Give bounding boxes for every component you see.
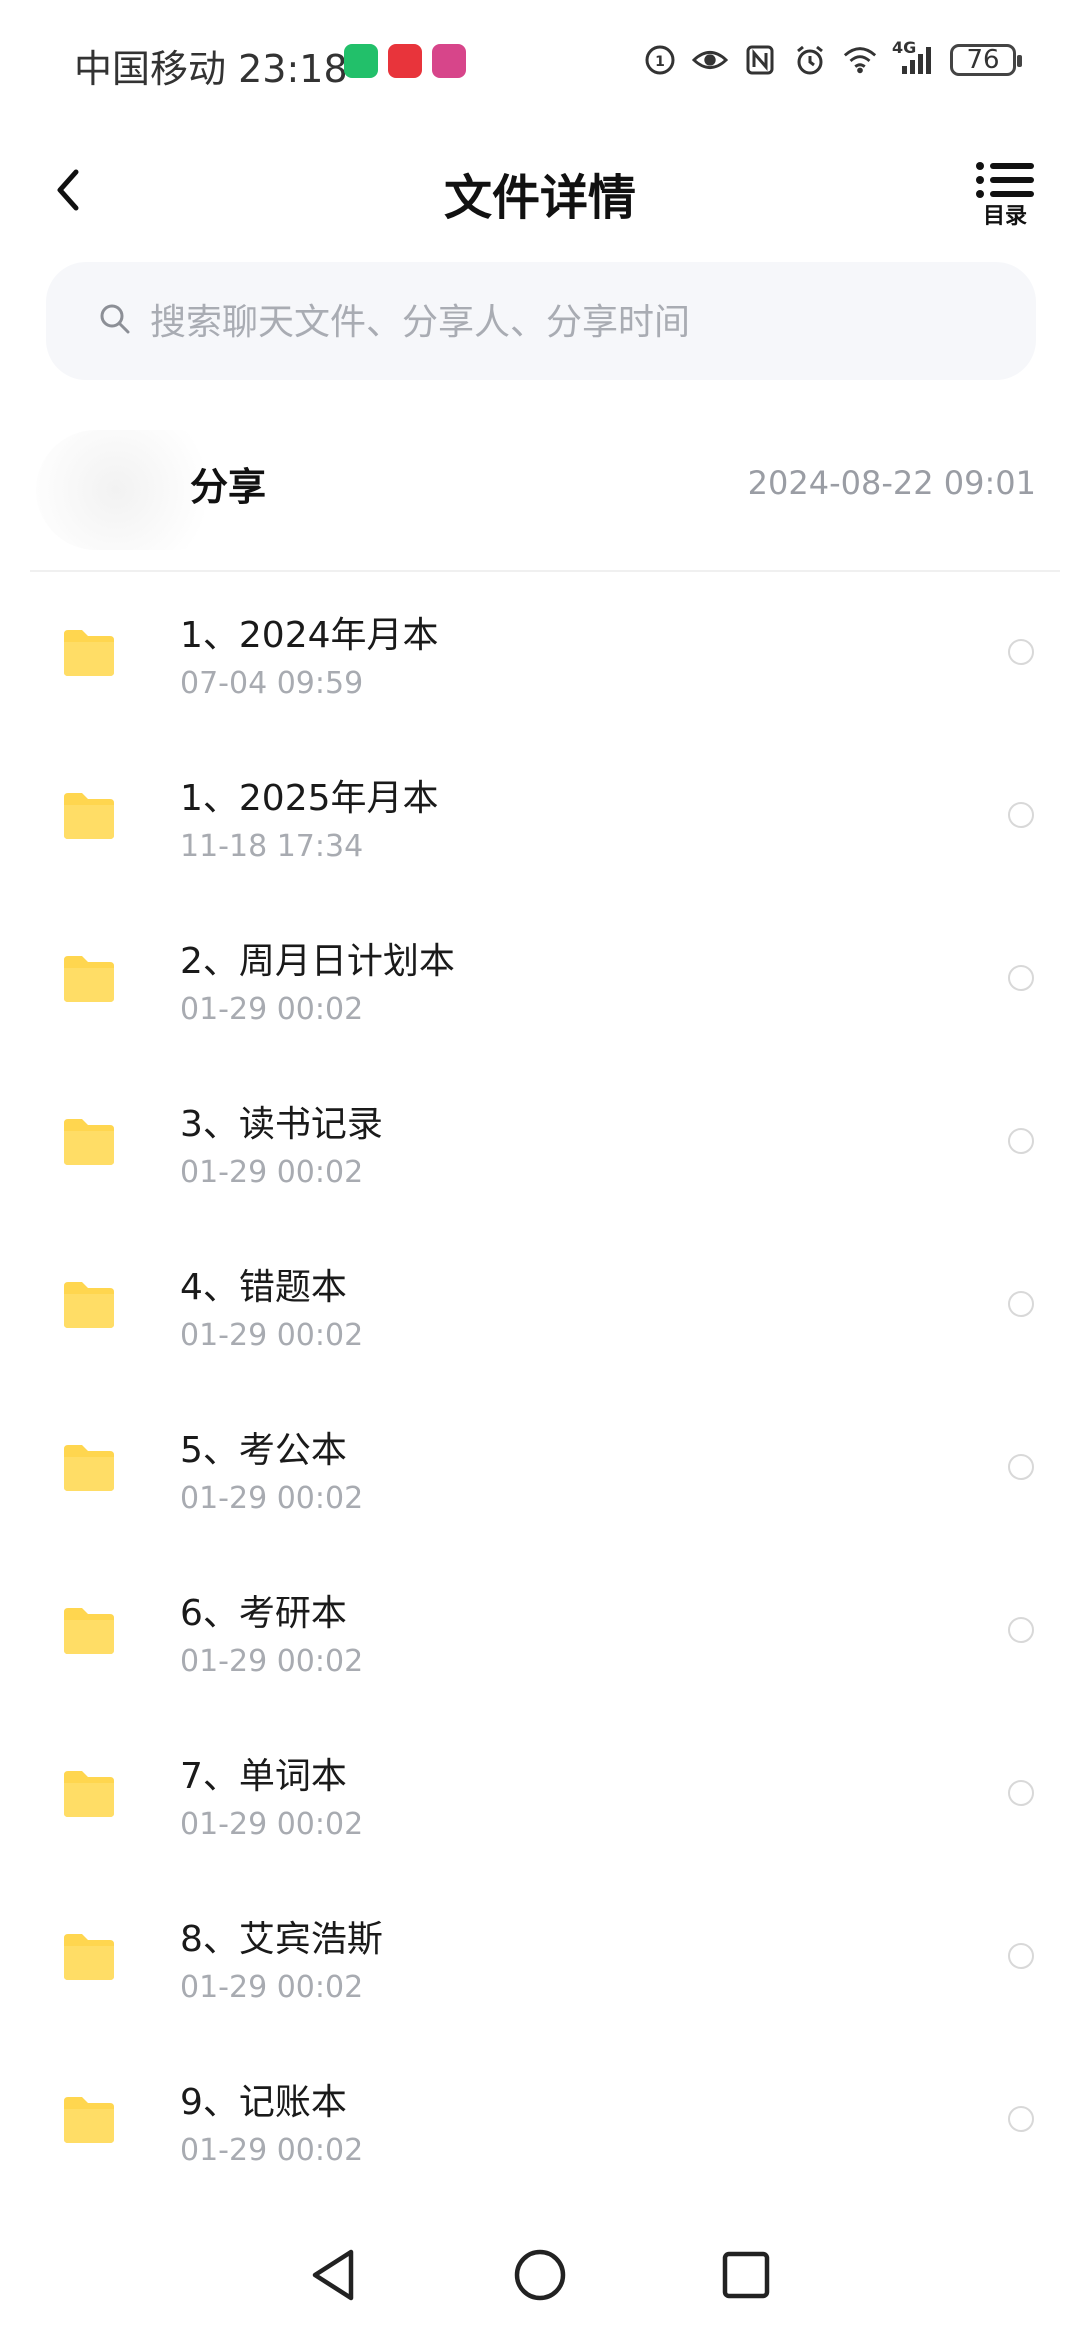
page-title: 文件详情	[443, 170, 636, 226]
folder-icon	[64, 1608, 114, 1654]
data-usage-icon: 1	[642, 42, 678, 78]
folder-icon	[64, 630, 114, 676]
select-radio[interactable]	[1008, 1128, 1034, 1154]
sharer-row: 分享 2024-08-22 09:01	[0, 420, 1080, 570]
file-name: 1、2024年月本	[180, 615, 439, 656]
file-time: 11-18 17:34	[180, 829, 364, 864]
list-item[interactable]: 2、周月日计划本 01-29 00:02	[0, 906, 1080, 1069]
folder-icon	[64, 2097, 114, 2143]
file-name: 3、读书记录	[180, 1104, 383, 1145]
nav-home-button[interactable]	[510, 2245, 570, 2305]
file-name: 5、考公本	[180, 1430, 347, 1471]
book-app-icon	[388, 44, 422, 78]
eye-icon	[692, 42, 728, 78]
toc-label: 目录	[982, 204, 1027, 229]
folder-icon	[64, 1934, 114, 1980]
search-icon	[100, 304, 130, 334]
file-name: 4、错题本	[180, 1267, 347, 1308]
status-icons: 1 4G 76	[642, 36, 1022, 84]
list-item[interactable]: 5、考公本 01-29 00:02	[0, 1395, 1080, 1558]
select-radio[interactable]	[1008, 1291, 1034, 1317]
folder-icon	[64, 1119, 114, 1165]
file-time: 01-29 00:02	[180, 992, 364, 1027]
list-item[interactable]: 7、单词本 01-29 00:02	[0, 1721, 1080, 1884]
hourglass-app-icon	[344, 44, 378, 78]
nfc-icon	[742, 42, 778, 78]
file-name: 6、考研本	[180, 1593, 347, 1634]
list-item[interactable]: 6、考研本 01-29 00:02	[0, 1558, 1080, 1721]
triangle-back-icon	[312, 2249, 354, 2301]
circle-home-icon	[514, 2249, 566, 2301]
file-name: 8、艾宾浩斯	[180, 1919, 383, 1960]
search-bar[interactable]	[46, 262, 1036, 380]
search-input[interactable]	[148, 286, 1012, 358]
file-time: 07-04 09:59	[180, 666, 364, 701]
svg-text:1: 1	[655, 54, 665, 70]
folder-icon	[64, 793, 114, 839]
nav-back-button[interactable]	[304, 2245, 364, 2305]
file-name: 7、单词本	[180, 1756, 347, 1797]
square-recents-icon	[722, 2251, 770, 2299]
file-time: 01-29 00:02	[180, 1644, 364, 1679]
share-date: 2024-08-22 09:01	[747, 464, 1036, 502]
select-radio[interactable]	[1008, 1454, 1034, 1480]
file-time: 01-29 00:02	[180, 2133, 364, 2168]
select-radio[interactable]	[1008, 639, 1034, 665]
file-time: 01-29 00:02	[180, 1970, 364, 2005]
file-time: 01-29 00:02	[180, 1481, 364, 1516]
toc-button[interactable]: 目录	[970, 160, 1040, 230]
list-item[interactable]: 8、艾宾浩斯 01-29 00:02	[0, 1884, 1080, 2047]
system-nav-bar	[0, 2210, 1080, 2340]
divider	[30, 570, 1060, 572]
file-list: 1、2024年月本 07-04 09:59 1、2025年月本 11-18 17:34…	[0, 580, 1080, 2210]
list-item[interactable]: 9、记账本 01-29 00:02	[0, 2047, 1080, 2210]
status-bar: 中国移动 23:18 1 4G 76	[0, 0, 1080, 120]
select-radio[interactable]	[1008, 1943, 1034, 1969]
file-time: 01-29 00:02	[180, 1807, 364, 1842]
select-radio[interactable]	[1008, 1617, 1034, 1643]
list-item[interactable]: 1、2024年月本 07-04 09:59	[0, 580, 1080, 743]
folder-icon	[64, 1771, 114, 1817]
cellular-signal-icon: 4G	[892, 38, 936, 78]
list-item[interactable]: 4、错题本 01-29 00:02	[0, 1232, 1080, 1395]
list-item[interactable]: 1、2025年月本 11-18 17:34	[0, 743, 1080, 906]
folder-icon	[64, 1282, 114, 1328]
folder-icon	[64, 1445, 114, 1491]
video-app-icon	[432, 44, 466, 78]
top-app-bar: 文件详情 目录	[0, 140, 1080, 240]
list-item[interactable]: 3、读书记录 01-29 00:02	[0, 1069, 1080, 1232]
select-radio[interactable]	[1008, 1780, 1034, 1806]
sharer-name: 分享	[190, 465, 267, 509]
wifi-icon	[842, 42, 878, 78]
select-radio[interactable]	[1008, 965, 1034, 991]
file-time: 01-29 00:02	[180, 1318, 364, 1353]
folder-icon	[64, 956, 114, 1002]
file-name: 9、记账本	[180, 2082, 347, 2123]
alarm-icon	[792, 42, 828, 78]
status-carrier-time: 中国移动 23:18	[74, 47, 348, 91]
list-icon	[976, 162, 1034, 198]
select-radio[interactable]	[1008, 802, 1034, 828]
select-radio[interactable]	[1008, 2106, 1034, 2132]
nav-recents-button[interactable]	[716, 2245, 776, 2305]
file-name: 2、周月日计划本	[180, 941, 455, 982]
file-name: 1、2025年月本	[180, 778, 439, 819]
file-time: 01-29 00:02	[180, 1155, 364, 1190]
battery-icon: 76	[950, 44, 1022, 76]
